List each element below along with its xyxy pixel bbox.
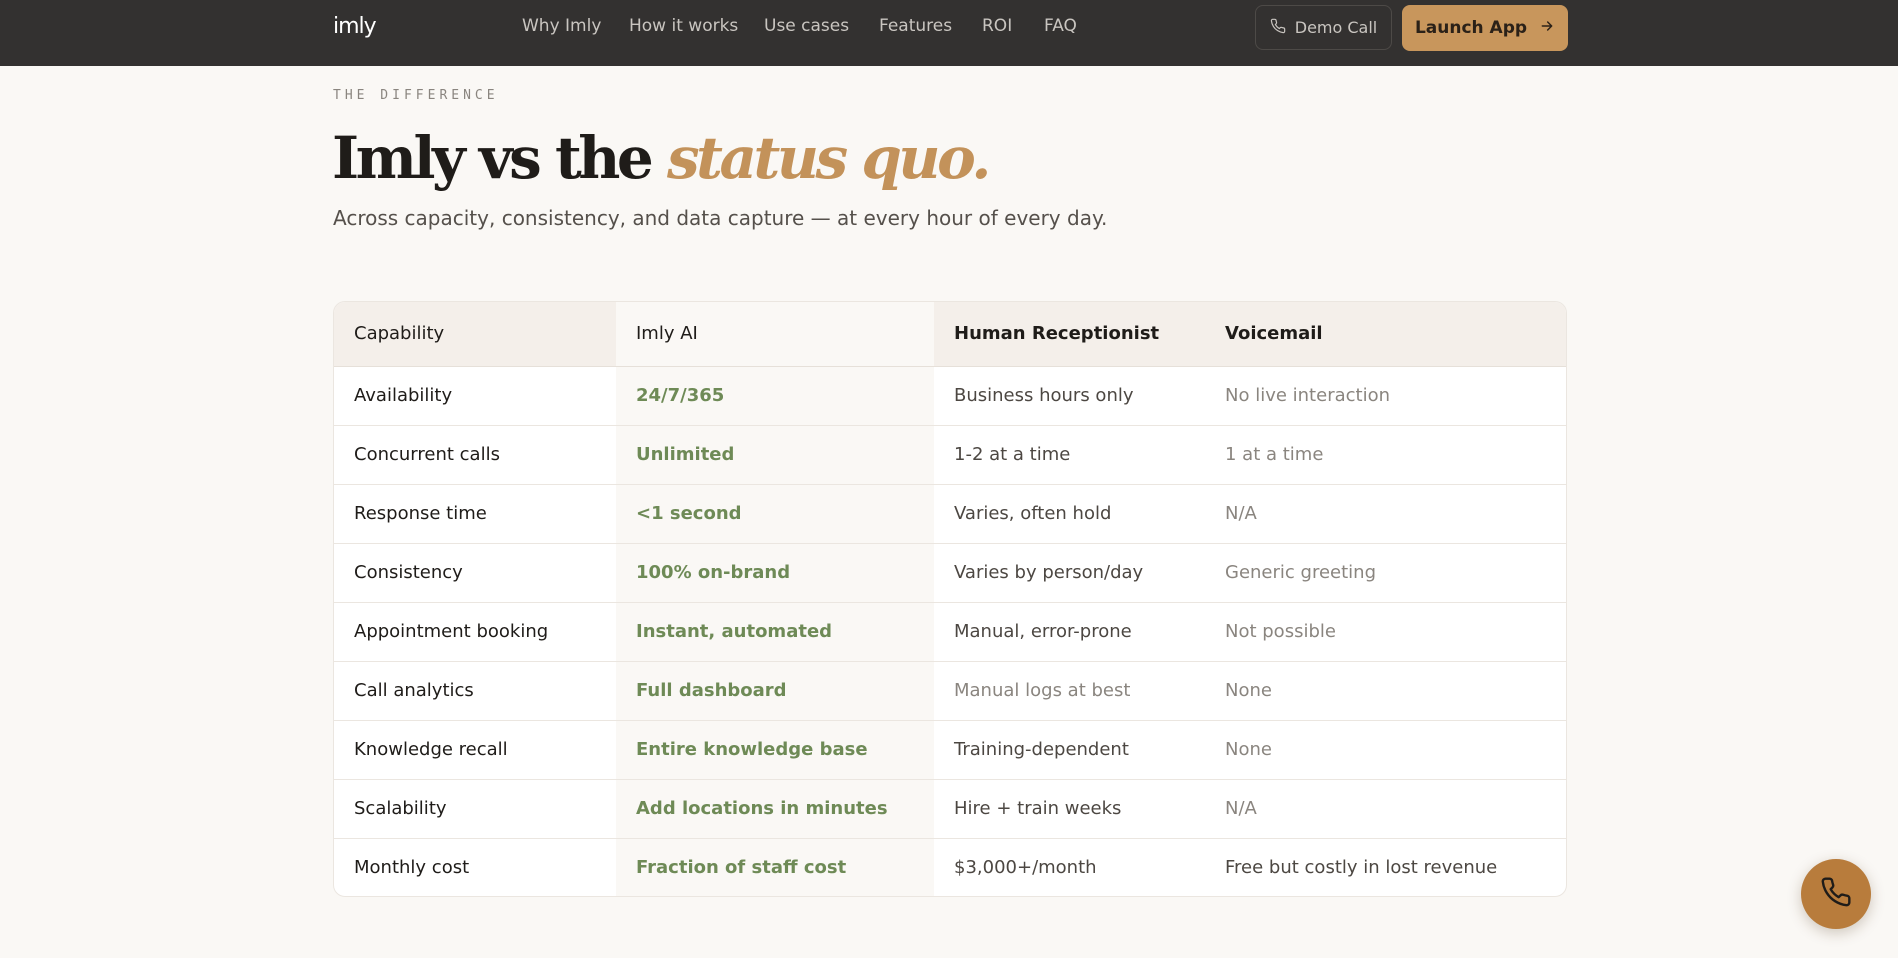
cell-voicemail: None (1205, 661, 1566, 721)
page-title: Imly vs the status quo. (332, 118, 991, 198)
cell-capability: Concurrent calls (334, 425, 616, 485)
cell-voicemail: Free but costly in lost revenue (1225, 857, 1498, 879)
nav-link-why-imly[interactable]: Why Imly (522, 16, 601, 36)
cell-human: Training-dependent (934, 720, 1205, 780)
arrow-right-icon (1539, 18, 1555, 39)
cell-human: $3,000+/month (954, 857, 1097, 879)
cell-human: 1-2 at a time (934, 425, 1205, 485)
nav-link-use-cases[interactable]: Use cases (764, 16, 849, 36)
cell-imly: <1 second (616, 484, 934, 544)
cell-capability: Scalability (334, 779, 616, 839)
cell-human: Business hours only (934, 366, 1205, 426)
cell-capability: Appointment booking (334, 602, 616, 662)
section-eyebrow: THE DIFFERENCE (333, 88, 499, 103)
cell-human: Hire + train weeks (934, 779, 1205, 839)
nav-link-faq[interactable]: FAQ (1044, 16, 1077, 36)
floating-call-button[interactable] (1801, 859, 1871, 929)
table-row: Response time <1 second Varies, often ho… (334, 484, 1566, 544)
headline-accent: status quo. (667, 124, 991, 192)
cell-human: Varies, often hold (934, 484, 1205, 544)
cell-imly: Full dashboard (616, 661, 934, 721)
cell-imly: Entire knowledge base (616, 720, 934, 780)
table-row: Monthly cost Fraction of staff cost $3,0… (334, 838, 1566, 896)
cell-imly: 24/7/365 (616, 366, 934, 426)
cell-imly: Fraction of staff cost (616, 838, 934, 896)
cell-capability: Availability (334, 366, 616, 426)
table-row: Scalability Add locations in minutes Hir… (334, 779, 1566, 839)
table-row: Appointment booking Instant, automated M… (334, 602, 1566, 662)
comparison-table: Capability Imly AI Human Receptionist Vo… (333, 301, 1567, 897)
cell-voicemail: Not possible (1205, 602, 1566, 662)
header-imly-ai: Imly AI (616, 302, 934, 367)
cell-capability: Call analytics (334, 661, 616, 721)
cell-voicemail: Generic greeting (1205, 543, 1566, 603)
cell-capability: Response time (334, 484, 616, 544)
logo[interactable]: imly (333, 14, 377, 39)
demo-call-label: Demo Call (1294, 18, 1378, 37)
headline-main: Imly vs the (332, 124, 668, 192)
subheadline: Across capacity, consistency, and data c… (333, 206, 1108, 230)
table-row: Call analytics Full dashboard Manual log… (334, 661, 1566, 721)
cell-human: Manual logs at best (934, 661, 1205, 721)
cell-imly: Unlimited (616, 425, 934, 485)
cell-voicemail: None (1205, 720, 1566, 780)
cell-human: Varies by person/day (934, 543, 1205, 603)
launch-app-button[interactable]: Launch App (1402, 5, 1568, 51)
cell-voicemail: N/A (1205, 484, 1566, 544)
table-row: Concurrent calls Unlimited 1-2 at a time… (334, 425, 1566, 485)
cell-imly: Instant, automated (616, 602, 934, 662)
demo-call-button[interactable]: Demo Call (1255, 5, 1392, 50)
cell-capability: Monthly cost (354, 857, 470, 879)
cell-human: Manual, error-prone (934, 602, 1205, 662)
nav-link-roi[interactable]: ROI (982, 16, 1012, 36)
top-nav: imly Why Imly How it works Use cases Fea… (0, 0, 1898, 66)
header-human-receptionist: Human Receptionist (934, 302, 1205, 367)
cell-capability: Consistency (334, 543, 616, 603)
header-voicemail: Voicemail (1205, 302, 1566, 367)
cell-capability: Knowledge recall (334, 720, 616, 780)
header-capability: Capability (334, 302, 616, 367)
cell-imly: Add locations in minutes (616, 779, 934, 839)
nav-link-how-it-works[interactable]: How it works (629, 16, 738, 36)
cell-voicemail: N/A (1205, 779, 1566, 839)
nav-link-features[interactable]: Features (879, 16, 952, 36)
cell-voicemail: No live interaction (1205, 366, 1566, 426)
phone-icon (1820, 876, 1852, 912)
table-row: Consistency 100% on-brand Varies by pers… (334, 543, 1566, 603)
table-row: Knowledge recall Entire knowledge base T… (334, 720, 1566, 780)
cell-imly: 100% on-brand (616, 543, 934, 603)
phone-outline-icon (1270, 18, 1286, 38)
table-header-row: Capability Imly AI Human Receptionist Vo… (334, 302, 1566, 367)
table-row: Availability 24/7/365 Business hours onl… (334, 366, 1566, 426)
launch-app-label: Launch App (1414, 18, 1528, 38)
cell-voicemail: 1 at a time (1205, 425, 1566, 485)
